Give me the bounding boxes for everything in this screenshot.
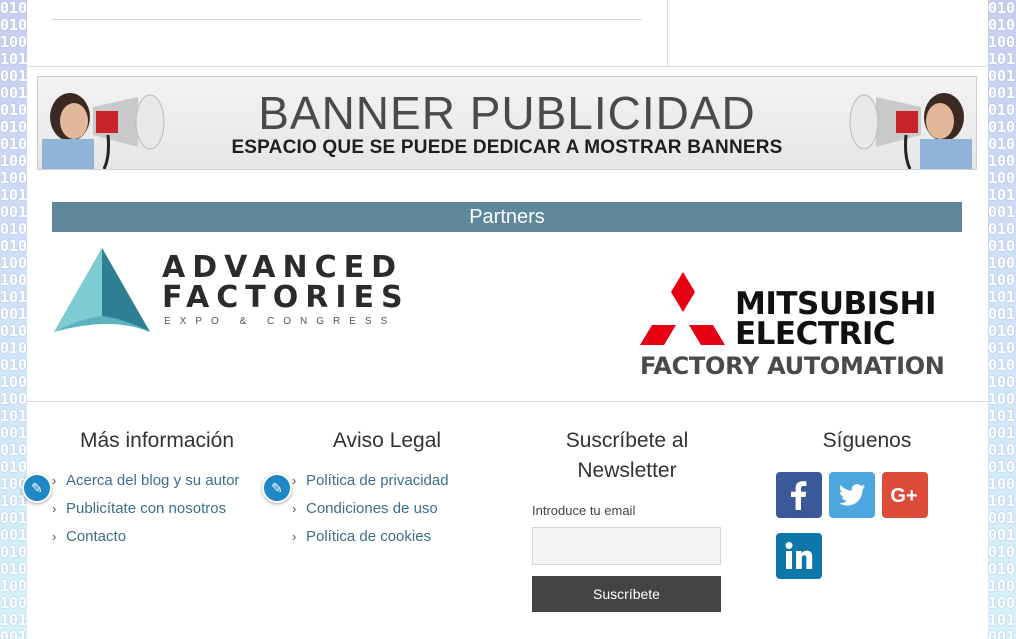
chevron-right-icon: ›: [292, 529, 297, 544]
mas-informacion-links: › Acerca del blog y su autor › Publicítate…: [52, 467, 239, 551]
siguenos-title: Síguenos: [822, 429, 912, 452]
partners-heading: Partners: [52, 202, 962, 232]
aviso-legal-links: › Política de privacidad › Condiciones de …: [292, 467, 449, 551]
twitter-icon[interactable]: [829, 472, 875, 518]
email-label: Introduce tu email: [532, 503, 636, 518]
page-container: BANNER PUBLICIDAD ESPACIO QUE SE PUEDE D…: [22, 0, 988, 639]
chevron-right-icon: ›: [52, 501, 57, 516]
svg-text:G+: G+: [890, 485, 917, 507]
footer-divider: [27, 401, 988, 402]
facebook-icon[interactable]: [776, 472, 822, 518]
link-politica-privacidad[interactable]: › Política de privacidad: [292, 467, 449, 495]
link-politica-cookies[interactable]: › Política de cookies: [292, 523, 449, 551]
mitsubishi-line2: ELECTRIC: [735, 316, 896, 352]
edit-pencil-icon[interactable]: ✎: [262, 473, 292, 503]
sidebar-divider: [667, 0, 668, 66]
chevron-right-icon: ›: [52, 473, 57, 488]
newsletter-title-line1: Suscríbete al: [565, 429, 689, 452]
link-publicitate[interactable]: › Publicítate con nosotros: [52, 495, 239, 523]
newsletter-title-line2: Newsletter: [577, 459, 677, 482]
mitsubishi-diamonds-icon: [640, 272, 725, 345]
content-top-area: [27, 0, 988, 67]
aviso-legal-title: Aviso Legal: [332, 429, 442, 452]
email-input[interactable]: [532, 527, 721, 565]
advanced-factories-line3: EXPO & CONGRESS: [164, 316, 397, 327]
advanced-factories-triangle-icon: [54, 248, 150, 332]
link-acerca-del-blog[interactable]: › Acerca del blog y su autor: [52, 467, 239, 495]
chevron-right-icon: ›: [52, 529, 57, 544]
link-condiciones-uso[interactable]: › Condiciones de uso: [292, 495, 449, 523]
newsletter-title: Suscríbete al Newsletter: [532, 426, 722, 486]
mitsubishi-line3: FACTORY AUTOMATION: [640, 352, 945, 380]
content-divider: [52, 19, 642, 20]
advertising-banner[interactable]: BANNER PUBLICIDAD ESPACIO QUE SE PUEDE D…: [37, 76, 977, 170]
background-binary-pattern-left: 0100101001010010010100100101001001010010…: [0, 0, 30, 639]
background-binary-pattern-right: 0100101001010010010100100101001001010010…: [988, 0, 1016, 639]
woman-megaphone-right-image: [849, 93, 972, 169]
advanced-factories-line2: FACTORIES: [162, 280, 410, 315]
edit-pencil-icon[interactable]: ✎: [22, 473, 52, 503]
subscribe-button[interactable]: Suscríbete: [532, 576, 721, 612]
chevron-right-icon: ›: [292, 501, 297, 516]
advanced-factories-logo[interactable]: ADVANCED FACTORIES EXPO & CONGRESS: [52, 246, 412, 336]
google-plus-icon[interactable]: G+: [882, 472, 928, 518]
link-contacto[interactable]: › Contacto: [52, 523, 239, 551]
mitsubishi-electric-logo[interactable]: MITSUBISHI ELECTRIC FACTORY AUTOMATION: [639, 270, 945, 380]
mas-informacion-title: Más información: [79, 429, 235, 452]
linkedin-icon[interactable]: [776, 533, 822, 579]
chevron-right-icon: ›: [292, 473, 297, 488]
